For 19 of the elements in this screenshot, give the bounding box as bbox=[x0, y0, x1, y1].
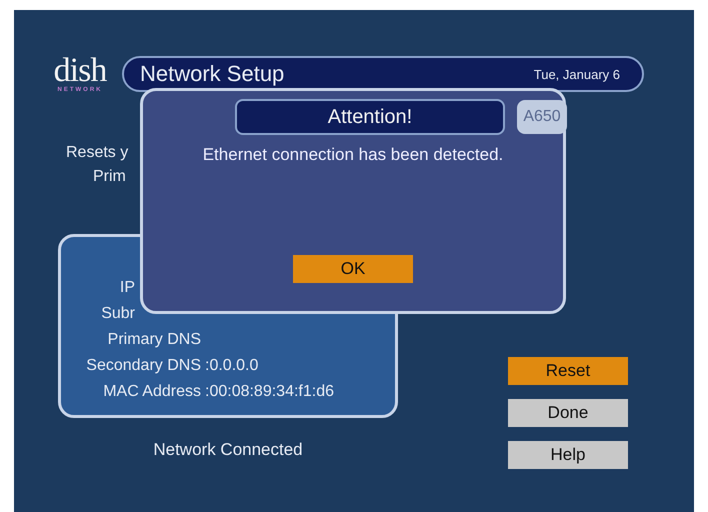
dialog-title: Attention! bbox=[235, 99, 505, 135]
info-label: MAC Address bbox=[102, 383, 201, 401]
description-text: Prim bbox=[93, 168, 126, 186]
date-text: Tue, January 6 bbox=[534, 66, 620, 82]
info-value: :00:08:89:34:f1:d6 bbox=[205, 383, 334, 401]
info-label: IP bbox=[118, 279, 135, 297]
status-text: Network Connected bbox=[153, 440, 303, 460]
info-label: Secondary DNS bbox=[85, 357, 201, 375]
info-label: Primary DNS bbox=[106, 331, 201, 349]
menu-button[interactable]: Reset bbox=[508, 357, 628, 385]
screen-title: Network Setup bbox=[140, 61, 284, 87]
info-label: Subr bbox=[100, 305, 135, 323]
menu-button[interactable]: Done bbox=[508, 399, 628, 427]
error-code-badge: A650 bbox=[517, 100, 567, 134]
description-text: Resets y bbox=[66, 144, 128, 162]
menu-button[interactable]: Help bbox=[508, 441, 628, 469]
dialog-message: Ethernet connection has been detected. bbox=[202, 145, 504, 165]
ok-button[interactable]: OK bbox=[293, 255, 413, 283]
info-value: :0.0.0.0 bbox=[205, 357, 258, 375]
